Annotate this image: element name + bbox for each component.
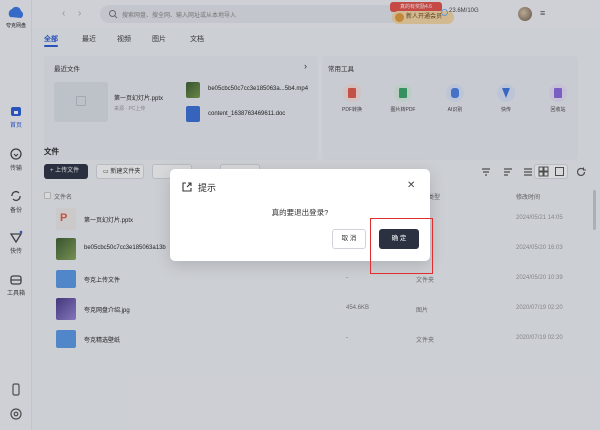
close-icon[interactable]: ✕ <box>407 180 415 191</box>
highlight-box <box>370 218 433 274</box>
export-icon <box>182 182 192 192</box>
dialog-title: 提示 <box>198 183 217 193</box>
cancel-button[interactable]: 取 消 <box>332 229 366 249</box>
dialog-message: 真的要退出登录? <box>271 208 329 217</box>
